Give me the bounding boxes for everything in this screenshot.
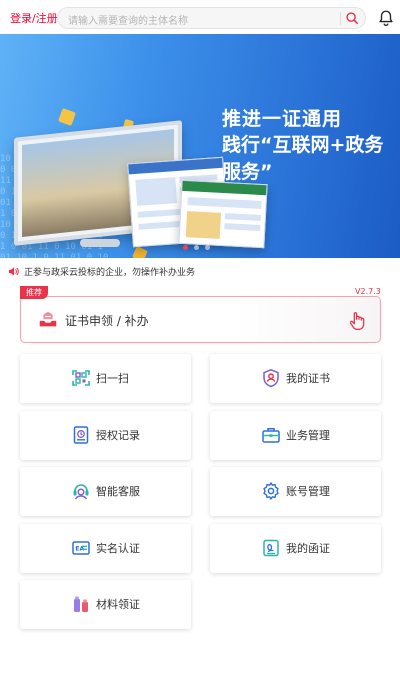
menu-card-customer-service[interactable]: 智能客服 [20,467,191,516]
menu-card-certificate-shield[interactable]: 我的证书 [210,354,381,403]
login-register-link[interactable]: 登录/注册 [10,10,58,26]
bell-icon[interactable] [377,9,395,27]
menu-card-gear[interactable]: 账号管理 [210,467,381,516]
recommend-badge: 推荐 [20,286,48,299]
version-label: V2.7.3 [355,287,381,296]
gear-icon [263,482,279,500]
top-bar: 登录/注册 请输入需要查询的主体名称 [0,0,400,34]
certificate-shield-icon [263,368,279,388]
carousel-dot[interactable] [205,245,210,250]
certificate-tray-icon [39,311,57,327]
carousel-dot[interactable] [194,245,199,250]
letter-icon [263,539,279,556]
certificate-apply-button[interactable]: 证书申领 / 补办 [20,296,381,343]
materials-icon [74,596,88,612]
promo-banner[interactable]: 10 11 00 10 1 0 11 01 0 01 10 1 11 00 10… [0,34,400,258]
briefcase-icon [262,427,280,443]
speaker-icon [8,266,19,276]
menu-card-label: 业务管理 [286,428,330,442]
menu-card-briefcase[interactable]: 业务管理 [210,410,381,460]
banner-headline-1: 推进一证通用 [222,108,343,130]
banner-headline-2: 践行“互联网+政务服务” [222,134,384,183]
notice-bar: 正参与政采云投标的企业，勿操作补办业务 [8,264,195,278]
monitor-stand [80,239,120,247]
search-placeholder: 请输入需要查询的主体名称 [68,16,188,27]
id-card-icon: EA [72,540,90,555]
scan-icon [72,370,90,386]
menu-card-materials[interactable]: 材料领证 [20,580,191,629]
menu-card-label: 实名认证 [96,541,140,555]
menu-card-label: 智能客服 [96,485,140,498]
search-divider [340,12,341,25]
search-input[interactable]: 请输入需要查询的主体名称 [57,7,366,29]
menu-card-letter[interactable]: 我的函证 [210,523,381,573]
menu-card-label: 我的证书 [286,372,330,385]
authorization-record-icon [73,425,89,444]
certificate-apply-label: 证书申领 / 补办 [65,314,149,328]
menu-card-authorization-record[interactable]: 授权记录 [20,410,191,460]
notice-text: 正参与政采云投标的企业，勿操作补办业务 [24,267,196,278]
menu-card-label: 账号管理 [286,485,330,498]
menu-card-label: 材料领证 [96,598,140,611]
menu-card-label: 授权记录 [96,428,140,442]
document-illustration [178,179,268,249]
carousel-dot[interactable] [183,245,188,250]
menu-card-id-card[interactable]: EA 实名认证 [20,523,191,573]
menu-card-label: 我的函证 [286,541,330,555]
tap-hand-icon [349,312,365,330]
customer-service-icon [73,484,89,500]
menu-card-label: 扫一扫 [96,372,129,385]
decorative-cube [58,108,76,126]
carousel-indicator [183,245,210,250]
menu-card-scan[interactable]: 扫一扫 [20,354,191,403]
search-icon[interactable] [345,11,359,25]
